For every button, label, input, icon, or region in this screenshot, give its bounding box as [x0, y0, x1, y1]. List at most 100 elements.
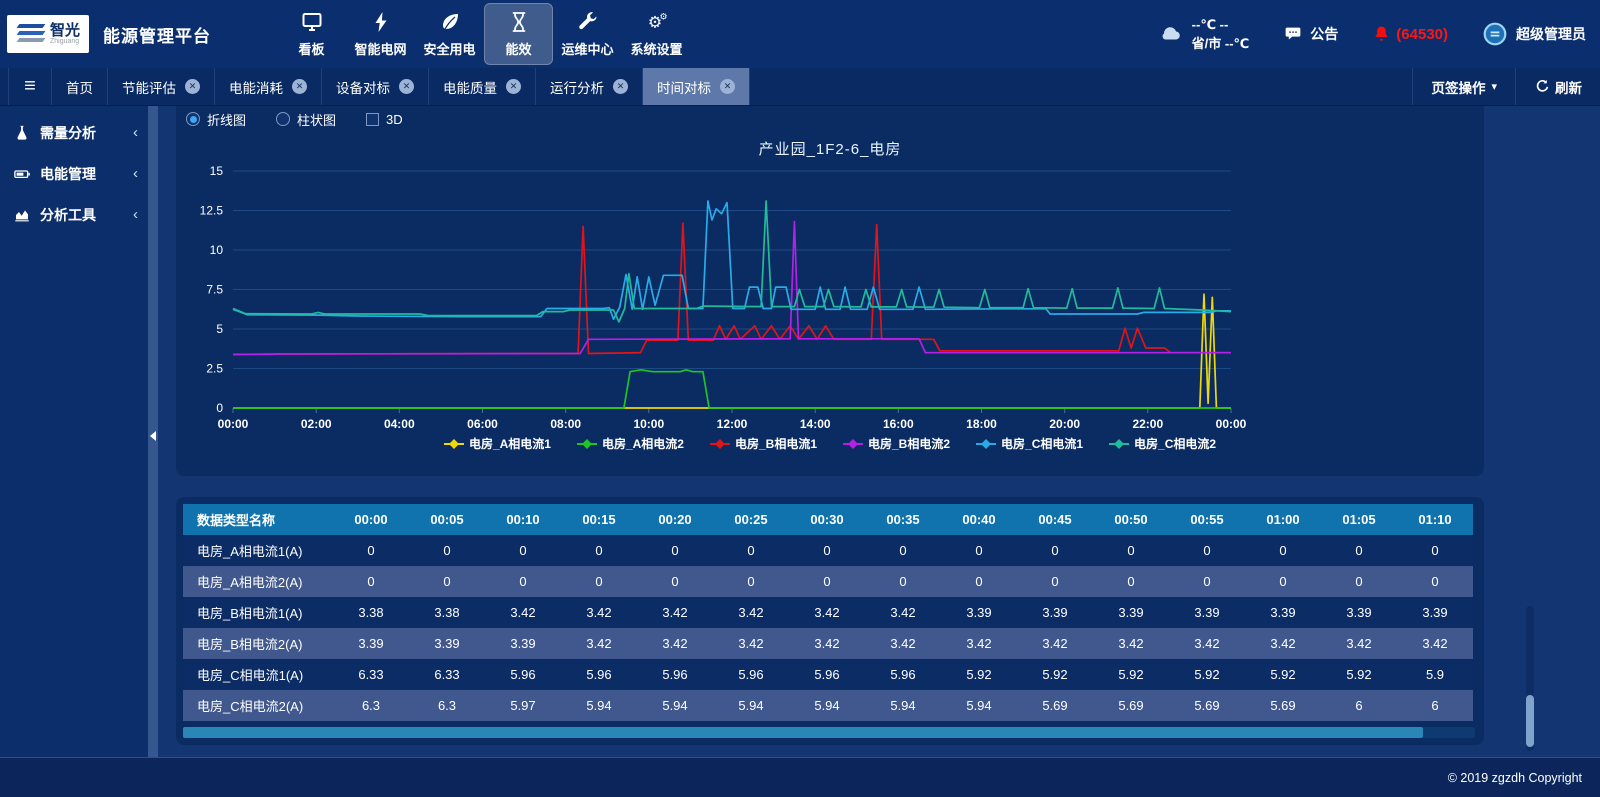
radio-0[interactable]: 折线图	[186, 110, 246, 129]
value-cell: 0	[1245, 535, 1321, 566]
nav-item-label: 智能电网	[354, 39, 406, 58]
main-content: 折线图 柱状图 3D 产业园_1F2-6_电房 02.557.51012.515…	[158, 106, 1600, 757]
table-row: 电房_B相电流1(A) 3.383.383.423.423.423.423.42…	[183, 597, 1473, 628]
tab-close-icon[interactable]: ✕	[399, 79, 414, 94]
value-cell: 0	[1321, 566, 1397, 597]
nav-item-4[interactable]: 运维中心	[553, 3, 622, 65]
table-row: 电房_A相电流2(A) 000000000000000	[183, 566, 1473, 597]
scrollbar-thumb[interactable]	[1526, 695, 1534, 747]
value-cell: 5.92	[1321, 659, 1397, 690]
value-cell: 3.42	[713, 597, 789, 628]
tab-6[interactable]: 时间对标 ✕	[643, 68, 750, 105]
checkbox-2[interactable]: 3D	[366, 112, 403, 127]
value-cell: 6	[1321, 690, 1397, 721]
alarm-button[interactable]: (64530)	[1372, 24, 1448, 44]
value-cell: 3.42	[1321, 628, 1397, 659]
weather-region: 省/市 --℃	[1192, 34, 1250, 54]
tab-2[interactable]: 电能消耗 ✕	[215, 68, 322, 105]
tab-close-icon[interactable]: ✕	[720, 79, 735, 94]
table-header-cell: 数据类型名称	[183, 504, 333, 535]
svg-text:10:00: 10:00	[633, 417, 664, 431]
row-name-cell: 电房_C相电流1(A)	[183, 659, 333, 690]
tab-close-icon[interactable]: ✕	[613, 79, 628, 94]
legend-item-2[interactable]: 电房_B相电流1	[710, 435, 817, 452]
table-row: 电房_C相电流1(A) 6.336.335.965.965.965.965.96…	[183, 659, 1473, 690]
tab-label: 节能评估	[122, 77, 176, 97]
radio-1[interactable]: 柱状图	[276, 110, 336, 129]
page-vertical-scrollbar[interactable]	[1526, 606, 1534, 751]
nav-item-1[interactable]: 智能电网	[346, 3, 415, 65]
nav-item-2[interactable]: 安全用电	[415, 3, 484, 65]
nav-item-0[interactable]: 看板	[277, 3, 346, 65]
legend-item-4[interactable]: 电房_C相电流1	[976, 435, 1083, 452]
bell-icon	[1372, 24, 1391, 44]
value-cell: 5.94	[637, 690, 713, 721]
legend-item-1[interactable]: 电房_A相电流2	[577, 435, 684, 452]
value-cell: 0	[865, 566, 941, 597]
chart-title: 产业园_1F2-6_电房	[176, 138, 1484, 159]
tab-4[interactable]: 电能质量 ✕	[429, 68, 536, 105]
tab-3[interactable]: 设备对标 ✕	[322, 68, 429, 105]
value-cell: 5.69	[1245, 690, 1321, 721]
user-menu[interactable]: 超级管理员	[1482, 21, 1586, 47]
value-cell: 0	[789, 566, 865, 597]
cloud-icon	[1156, 21, 1186, 45]
refresh-label: 刷新	[1555, 77, 1582, 97]
tab-operations-button[interactable]: 页签操作 ▾	[1412, 68, 1515, 105]
table-header-cell: 00:05	[409, 504, 485, 535]
legend-label: 电房_C相电流2	[1134, 435, 1216, 452]
value-cell: 0	[941, 535, 1017, 566]
value-cell: 3.42	[789, 628, 865, 659]
value-cell: 0	[789, 535, 865, 566]
value-cell: 3.42	[637, 628, 713, 659]
legend-item-3[interactable]: 电房_B相电流2	[843, 435, 950, 452]
sidebar-item-label: 需量分析	[40, 123, 133, 143]
scrollbar-thumb[interactable]	[183, 727, 1423, 738]
value-cell: 0	[1169, 566, 1245, 597]
value-cell: 0	[561, 535, 637, 566]
nav-item-5[interactable]: ⚙⚙ 系统设置	[622, 3, 691, 65]
value-cell: 6.33	[409, 659, 485, 690]
tab-close-icon[interactable]: ✕	[292, 79, 307, 94]
row-name-cell: 电房_C相电流2(A)	[183, 690, 333, 721]
table-horizontal-scrollbar[interactable]	[183, 727, 1475, 738]
tab-5[interactable]: 运行分析 ✕	[536, 68, 643, 105]
main-nav: 看板 智能电网 安全用电 能效 运维中心 ⚙⚙ 系统设置	[277, 0, 691, 68]
value-cell: 0	[1093, 535, 1169, 566]
value-cell: 3.42	[865, 628, 941, 659]
legend-item-5[interactable]: 电房_C相电流2	[1109, 435, 1216, 452]
tab-1[interactable]: 节能评估 ✕	[108, 68, 215, 105]
legend-item-0[interactable]: 电房_A相电流1	[444, 435, 551, 452]
radio-icon[interactable]	[186, 112, 200, 126]
speech-bubble-icon	[1283, 25, 1303, 43]
copyright-text: © 2019 zgzdh Copyright	[1448, 771, 1582, 785]
user-name: 超级管理员	[1516, 24, 1586, 44]
value-cell: 0	[485, 566, 561, 597]
notice-button[interactable]: 公告	[1283, 24, 1338, 44]
sidebar-collapse-handle[interactable]	[148, 106, 158, 757]
nav-item-3[interactable]: 能效	[484, 3, 553, 65]
row-name-cell: 电房_B相电流1(A)	[183, 597, 333, 628]
tab-close-icon[interactable]: ✕	[185, 79, 200, 94]
value-cell: 0	[637, 566, 713, 597]
sidebar-item-2[interactable]: 分析工具 ‹	[0, 194, 148, 235]
refresh-button[interactable]: 刷新	[1515, 68, 1600, 105]
row-name-cell: 电房_A相电流2(A)	[183, 566, 333, 597]
tab-0[interactable]: 首页	[52, 68, 108, 105]
tab-bar: ≡ 首页 节能评估 ✕ 电能消耗 ✕ 设备对标 ✕ 电能质量 ✕ 运行分析 ✕ …	[0, 68, 1600, 106]
value-cell: 5.92	[1093, 659, 1169, 690]
checkbox-icon[interactable]	[366, 113, 379, 126]
sidebar-item-0[interactable]: 需量分析 ‹	[0, 112, 148, 153]
sidebar-item-1[interactable]: 电能管理 ‹	[0, 153, 148, 194]
value-cell: 0	[333, 535, 409, 566]
svg-text:15: 15	[210, 164, 224, 178]
legend-marker-icon	[1109, 439, 1129, 449]
svg-text:2.5: 2.5	[206, 362, 223, 376]
hamburger-menu-icon[interactable]: ≡	[8, 68, 52, 105]
value-cell: 0	[561, 566, 637, 597]
tab-close-icon[interactable]: ✕	[506, 79, 521, 94]
radio-icon[interactable]	[276, 112, 290, 126]
nav-item-label: 系统设置	[630, 39, 682, 58]
table-header-row: 数据类型名称 00:0000:0500:1000:1500:2000:2500:…	[183, 504, 1473, 535]
chart-type-controls: 折线图 柱状图 3D	[176, 108, 1484, 130]
